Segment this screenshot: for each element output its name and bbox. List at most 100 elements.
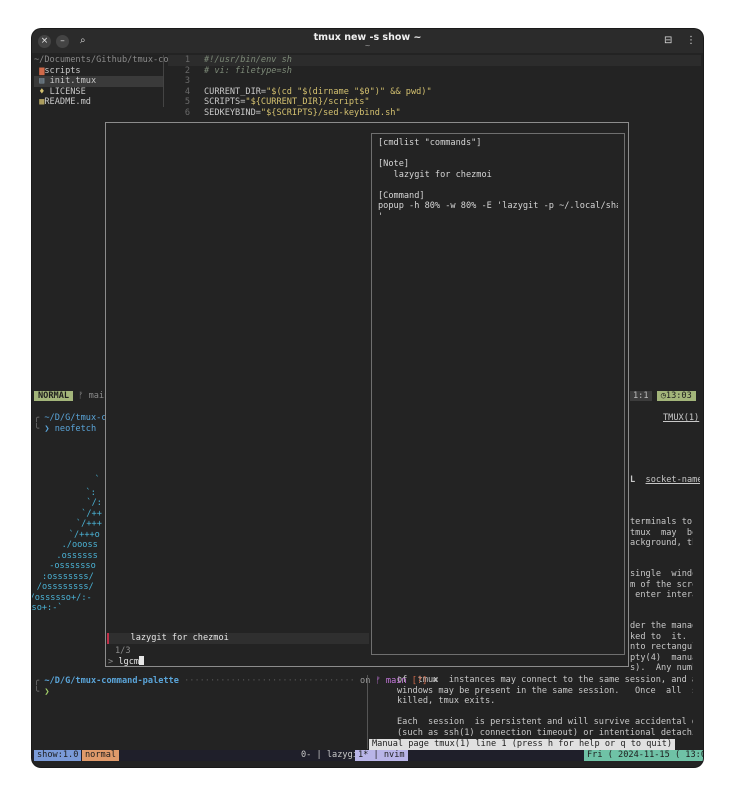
- man-line: Each session is persistent and will surv…: [397, 717, 693, 728]
- line-number: 4: [184, 86, 190, 97]
- man-line-text: m of the screen: [630, 579, 693, 590]
- man-line-text: pty(4) manual: [630, 652, 693, 663]
- man-flag: L: [630, 475, 636, 485]
- text-cursor: [139, 656, 145, 665]
- git-branch: ᚠ main: [375, 676, 407, 686]
- code-var: CURRENT_DIR=: [204, 86, 267, 97]
- title-bar: × – ⌕ tmux new -s show ~ ~ ⊟ ⋮: [32, 29, 703, 53]
- prompt-filler: ·································: [184, 676, 355, 686]
- code-text: # vi: filetype=sh: [204, 65, 292, 76]
- code-line[interactable]: 1 #!/usr/bin/env sh: [168, 55, 701, 66]
- line-number: 5: [184, 97, 190, 107]
- result-count: 1/3: [115, 646, 131, 656]
- man-line: L socket-name]: [630, 475, 700, 486]
- preview-line: [Note]: [378, 159, 410, 169]
- file-icon: ▤: [39, 76, 45, 86]
- ascii-art-line: ./oooss: [61, 540, 98, 550]
- search-input[interactable]: > lgcm: [108, 656, 145, 668]
- code-line[interactable]: 2 # vi: filetype=sh: [168, 66, 292, 77]
- mode-indicator: normal: [82, 750, 120, 761]
- command-palette-popup: [cmdlist "commands"] [Note] lazygit for c…: [105, 122, 629, 667]
- ascii-art-line: `+sso+:-`: [32, 603, 63, 613]
- ascii-art-line: /ossssssss/: [36, 582, 94, 592]
- ascii-art-line: -osssssso: [49, 561, 96, 571]
- tree-item-label: init.tmux: [49, 76, 97, 86]
- ascii-art-line: `/+++o: [68, 529, 100, 540]
- man-line-text: enter interac-: [635, 590, 693, 600]
- man-line-text: ked to it. A: [630, 631, 687, 642]
- ascii-art-line: `/++: [81, 508, 102, 519]
- man-statusline: Manual page tmux(1) line 1 (press h for …: [369, 739, 676, 750]
- ascii-art-line: `/ossssso+/:-: [32, 592, 92, 603]
- code-var: SCRIPTS=: [204, 97, 246, 107]
- shell-path: ~/D/G/tmux-co: [44, 413, 112, 423]
- man-line: ked to it. A: [630, 632, 693, 643]
- man-line: (such as ssh(1) connection timeout) or i…: [397, 728, 693, 739]
- tree-item-label: scripts: [44, 65, 81, 76]
- man-line-text: nto rectangular: [630, 642, 693, 652]
- window-tab-nvim[interactable]: 1* | nvim: [355, 750, 408, 761]
- tree-item[interactable]: ▤ init.tmux: [34, 76, 164, 87]
- command-preview: [cmdlist "commands"] [Note] lazygit for c…: [371, 133, 625, 655]
- tree-item[interactable]: ▦README.md: [34, 97, 164, 108]
- preview-line: lazygit for chezmoi: [378, 169, 492, 180]
- git-status: [?]: [411, 676, 428, 686]
- man-arg: socket-name]: [645, 475, 700, 485]
- license-icon: ♦: [39, 86, 45, 97]
- code-line[interactable]: 5 SCRIPTS="${CURRENT_DIR}/scripts": [168, 97, 370, 108]
- date-time: Fri ( 2024-11-15 ( 13:03: [584, 750, 703, 761]
- man-line: enter interac-: [630, 590, 693, 601]
- ascii-art-line: `: [94, 475, 100, 485]
- man-title-text: TMUX(1): [663, 413, 700, 423]
- tree-item-label: README.md: [44, 97, 91, 107]
- search-query: lgcm: [118, 657, 140, 667]
- preview-line: [cmdlist "commands"]: [378, 138, 482, 148]
- code-string: "$(cd "$(dirname "$0")" && pwd)": [266, 86, 432, 97]
- shell-command-text: ❯ neofetch: [44, 423, 97, 434]
- man-line: der the manage-: [630, 621, 693, 632]
- command-icon: ⌘: [432, 676, 438, 686]
- ascii-art-line: `:: [85, 488, 96, 498]
- terminal-window: × – ⌕ tmux new -s show ~ ~ ⊟ ⋮ ~/Documen…: [32, 29, 703, 767]
- shell-input[interactable]: ╰ ❯: [34, 687, 50, 698]
- code-line[interactable]: 6 SEDKEYBIND="${SCRIPTS}/sed-keybind.sh": [168, 108, 401, 119]
- shell-command: ╰ ❯ neofetch: [34, 423, 97, 434]
- man-line: ackground, then: [630, 538, 693, 549]
- session-indicator: show:1.0: [34, 750, 82, 761]
- layout-icon[interactable]: ⊟: [664, 35, 672, 47]
- window-subtitle: ~: [364, 42, 371, 50]
- code-line[interactable]: 3: [168, 76, 204, 87]
- man-line-text: der the manage-: [630, 621, 693, 631]
- selected-result[interactable]: lazygit for chezmoi: [107, 633, 369, 644]
- tree-path: ~/Documents/Github/tmux-comm: [34, 55, 179, 65]
- man-line-text: ackground, then: [630, 538, 693, 548]
- preview-line: [Command]: [378, 190, 425, 201]
- code-string: "${SCRIPTS}/sed-keybind.sh": [260, 107, 401, 118]
- menu-icon[interactable]: ⋮: [686, 35, 696, 47]
- prompt-symbol: >: [108, 657, 114, 667]
- line-number: 1: [184, 55, 190, 65]
- ascii-art-line: :osssssss/: [42, 571, 94, 582]
- nvim-statusline-left: NORMAL ᚠ main: [34, 391, 109, 402]
- man-line: single window: [630, 569, 693, 580]
- line-number: 2: [184, 65, 190, 76]
- mode-indicator: NORMAL: [34, 391, 74, 401]
- man-line: tmux may be: [630, 528, 693, 539]
- preview-line: ': [378, 211, 384, 222]
- man-line: windows may be present in the same sessi…: [397, 686, 693, 697]
- man-line-text: of tmux instances may connect to the sam…: [397, 675, 693, 685]
- ascii-art-line: .ossssss: [56, 550, 98, 561]
- prompt-on: on: [360, 676, 371, 686]
- code-line[interactable]: 4 CURRENT_DIR="$(cd "$(dirname "$0")" && …: [168, 87, 432, 98]
- shell-prompt: ╭ ~/D/G/tmux-command-palette ···········…: [34, 676, 438, 686]
- clock: ◷13:03: [656, 391, 696, 401]
- man-line-text: (such as ssh(1) connection timeout) or i…: [397, 727, 693, 738]
- tmux-statusbar: show:1.0 normal 0- | lazygit 1* | nvim F…: [32, 750, 703, 761]
- tree-item-label: LICENSE: [49, 86, 86, 97]
- prompt-symbol: ❯: [44, 686, 50, 697]
- man-line: killed, tmux exits.: [397, 696, 693, 707]
- tree-item[interactable]: ▆scripts: [34, 66, 164, 77]
- man-line: pty(4) manual: [630, 653, 693, 664]
- tree-item[interactable]: ♦ LICENSE: [34, 87, 164, 98]
- cursor-position: 1:1: [630, 391, 652, 401]
